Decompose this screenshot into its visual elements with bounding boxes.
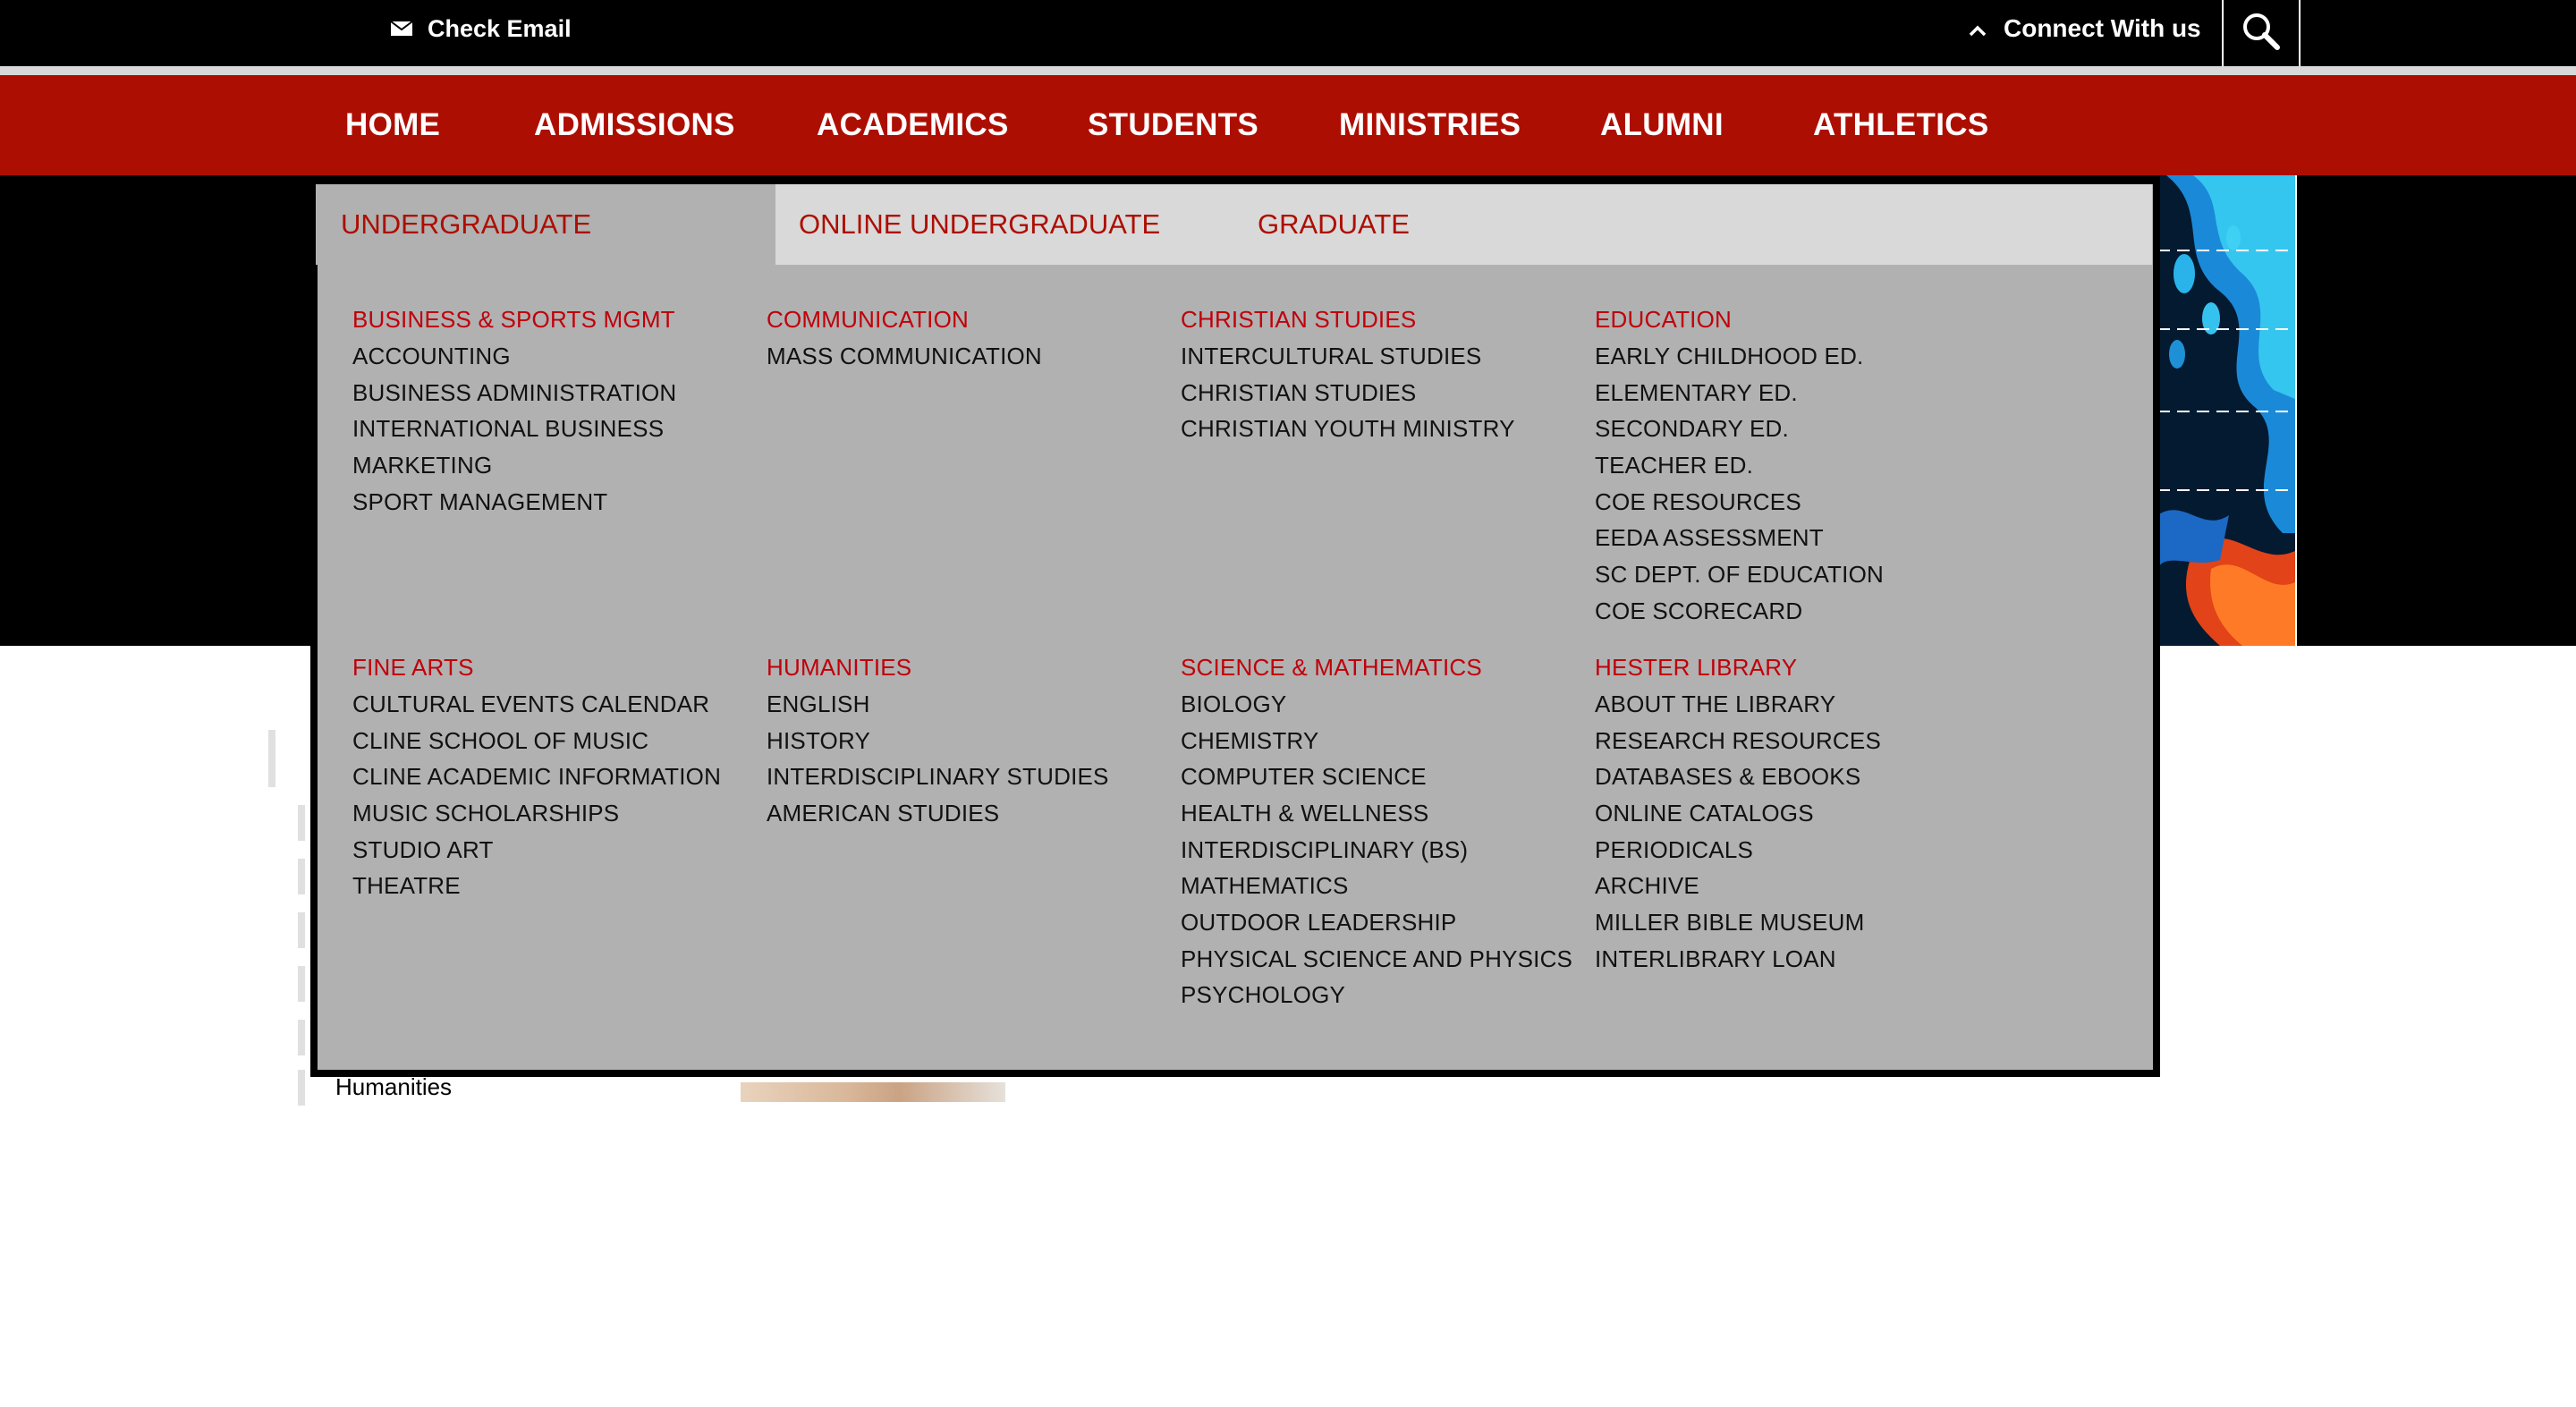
sidebar-item-mark: [298, 1070, 305, 1106]
hero-image: [2156, 175, 2297, 646]
search-icon: [2240, 10, 2283, 57]
sidebar-item-mark: [298, 966, 305, 1002]
menu-link[interactable]: AMERICAN STUDIES: [767, 800, 999, 827]
nav-alumni[interactable]: ALUMNI: [1600, 75, 1724, 175]
menu-link[interactable]: MILLER BIBLE MUSEUM: [1595, 909, 1864, 937]
nav-academics[interactable]: ACADEMICS: [817, 75, 1009, 175]
mail-icon: [390, 21, 413, 37]
sidebar-item-mark: [298, 1020, 305, 1055]
menu-heading-fine-arts[interactable]: FINE ARTS: [352, 654, 474, 682]
menu-link[interactable]: INTERDISCIPLINARY (BS): [1181, 836, 1468, 864]
menu-link[interactable]: DATABASES & EBOOKS: [1595, 763, 1860, 791]
menu-heading-hester-library[interactable]: HESTER LIBRARY: [1595, 654, 1797, 682]
sidebar-item-mark: [298, 859, 305, 894]
menu-link[interactable]: OUTDOOR LEADERSHIP: [1181, 909, 1456, 937]
check-email-link[interactable]: Check Email: [390, 13, 572, 45]
menu-link[interactable]: THEATRE: [352, 872, 461, 900]
menu-heading-humanities[interactable]: HUMANITIES: [767, 654, 911, 682]
menu-heading-communication[interactable]: COMMUNICATION: [767, 306, 969, 334]
menu-link[interactable]: EEDA ASSESSMENT: [1595, 524, 1824, 552]
menu-heading-education[interactable]: EDUCATION: [1595, 306, 1732, 334]
tab-graduate[interactable]: GRADUATE: [1258, 184, 1410, 265]
menu-link[interactable]: RESEARCH RESOURCES: [1595, 727, 1881, 755]
menu-link[interactable]: HEALTH & WELLNESS: [1181, 800, 1428, 827]
sidebar-item-humanities[interactable]: Humanities: [335, 1073, 452, 1101]
menu-link[interactable]: ACCOUNTING: [352, 343, 511, 370]
menu-link[interactable]: HISTORY: [767, 727, 870, 755]
menu-heading-business[interactable]: BUSINESS & SPORTS MGMT: [352, 306, 675, 334]
menu-link[interactable]: CHRISTIAN YOUTH MINISTRY: [1181, 415, 1515, 443]
menu-link[interactable]: PERIODICALS: [1595, 836, 1753, 864]
menu-link[interactable]: ONLINE CATALOGS: [1595, 800, 1814, 827]
faculty-photo: [741, 1082, 1005, 1102]
search-button[interactable]: [2222, 0, 2301, 66]
menu-heading-science-math[interactable]: SCIENCE & MATHEMATICS: [1181, 654, 1482, 682]
menu-link[interactable]: STUDIO ART: [352, 836, 494, 864]
connect-with-us-toggle[interactable]: Connect With us: [1968, 13, 2201, 45]
menu-link[interactable]: ARCHIVE: [1595, 872, 1699, 900]
nav-home[interactable]: HOME: [345, 75, 440, 175]
sidebar-item-mark: [298, 805, 305, 841]
tab-undergraduate[interactable]: UNDERGRADUATE: [316, 184, 775, 265]
menu-link[interactable]: COE RESOURCES: [1595, 488, 1801, 516]
menu-link[interactable]: INTERNATIONAL BUSINESS: [352, 415, 664, 443]
menu-link[interactable]: SC DEPT. OF EDUCATION: [1595, 561, 1884, 589]
menu-link[interactable]: MUSIC SCHOLARSHIPS: [352, 800, 619, 827]
menu-link[interactable]: MATHEMATICS: [1181, 872, 1349, 900]
menu-link[interactable]: CLINE ACADEMIC INFORMATION: [352, 763, 721, 791]
menu-link[interactable]: INTERLIBRARY LOAN: [1595, 945, 1836, 973]
menu-link[interactable]: PSYCHOLOGY: [1181, 981, 1345, 1009]
menu-link[interactable]: INTERCULTURAL STUDIES: [1181, 343, 1481, 370]
menu-link[interactable]: EARLY CHILDHOOD ED.: [1595, 343, 1863, 370]
menu-link[interactable]: CHRISTIAN STUDIES: [1181, 379, 1416, 407]
sidebar-scroll-mark: [268, 730, 275, 787]
utility-bar-divider: [0, 66, 2576, 75]
check-email-label: Check Email: [428, 14, 572, 42]
menu-link[interactable]: ABOUT THE LIBRARY: [1595, 691, 1835, 718]
nav-ministries[interactable]: MINISTRIES: [1339, 75, 1521, 175]
nav-students[interactable]: STUDENTS: [1088, 75, 1258, 175]
menu-link[interactable]: MASS COMMUNICATION: [767, 343, 1042, 370]
nav-athletics[interactable]: ATHLETICS: [1813, 75, 1988, 175]
chevron-up-icon: [1968, 14, 1987, 43]
menu-link[interactable]: ELEMENTARY ED.: [1595, 379, 1798, 407]
tab-online-undergraduate[interactable]: ONLINE UNDERGRADUATE: [799, 184, 1160, 265]
menu-link[interactable]: ENGLISH: [767, 691, 870, 718]
menu-link[interactable]: INTERDISCIPLINARY STUDIES: [767, 763, 1109, 791]
menu-link[interactable]: PHYSICAL SCIENCE AND PHYSICS: [1181, 945, 1572, 973]
menu-link[interactable]: SPORT MANAGEMENT: [352, 488, 607, 516]
menu-link[interactable]: BIOLOGY: [1181, 691, 1286, 718]
nav-admissions[interactable]: ADMISSIONS: [534, 75, 735, 175]
menu-link[interactable]: CHEMISTRY: [1181, 727, 1318, 755]
menu-heading-christian-studies[interactable]: CHRISTIAN STUDIES: [1181, 306, 1416, 334]
sidebar-item-mark: [298, 912, 305, 948]
connect-with-us-label: Connect With us: [2004, 14, 2201, 42]
menu-link[interactable]: BUSINESS ADMINISTRATION: [352, 379, 676, 407]
menu-link[interactable]: TEACHER ED.: [1595, 452, 1753, 479]
menu-link[interactable]: MARKETING: [352, 452, 492, 479]
menu-link[interactable]: CULTURAL EVENTS CALENDAR: [352, 691, 709, 718]
menu-link[interactable]: CLINE SCHOOL OF MUSIC: [352, 727, 648, 755]
menu-link[interactable]: COMPUTER SCIENCE: [1181, 763, 1427, 791]
menu-link[interactable]: SECONDARY ED.: [1595, 415, 1789, 443]
menu-link[interactable]: COE SCORECARD: [1595, 598, 1802, 625]
